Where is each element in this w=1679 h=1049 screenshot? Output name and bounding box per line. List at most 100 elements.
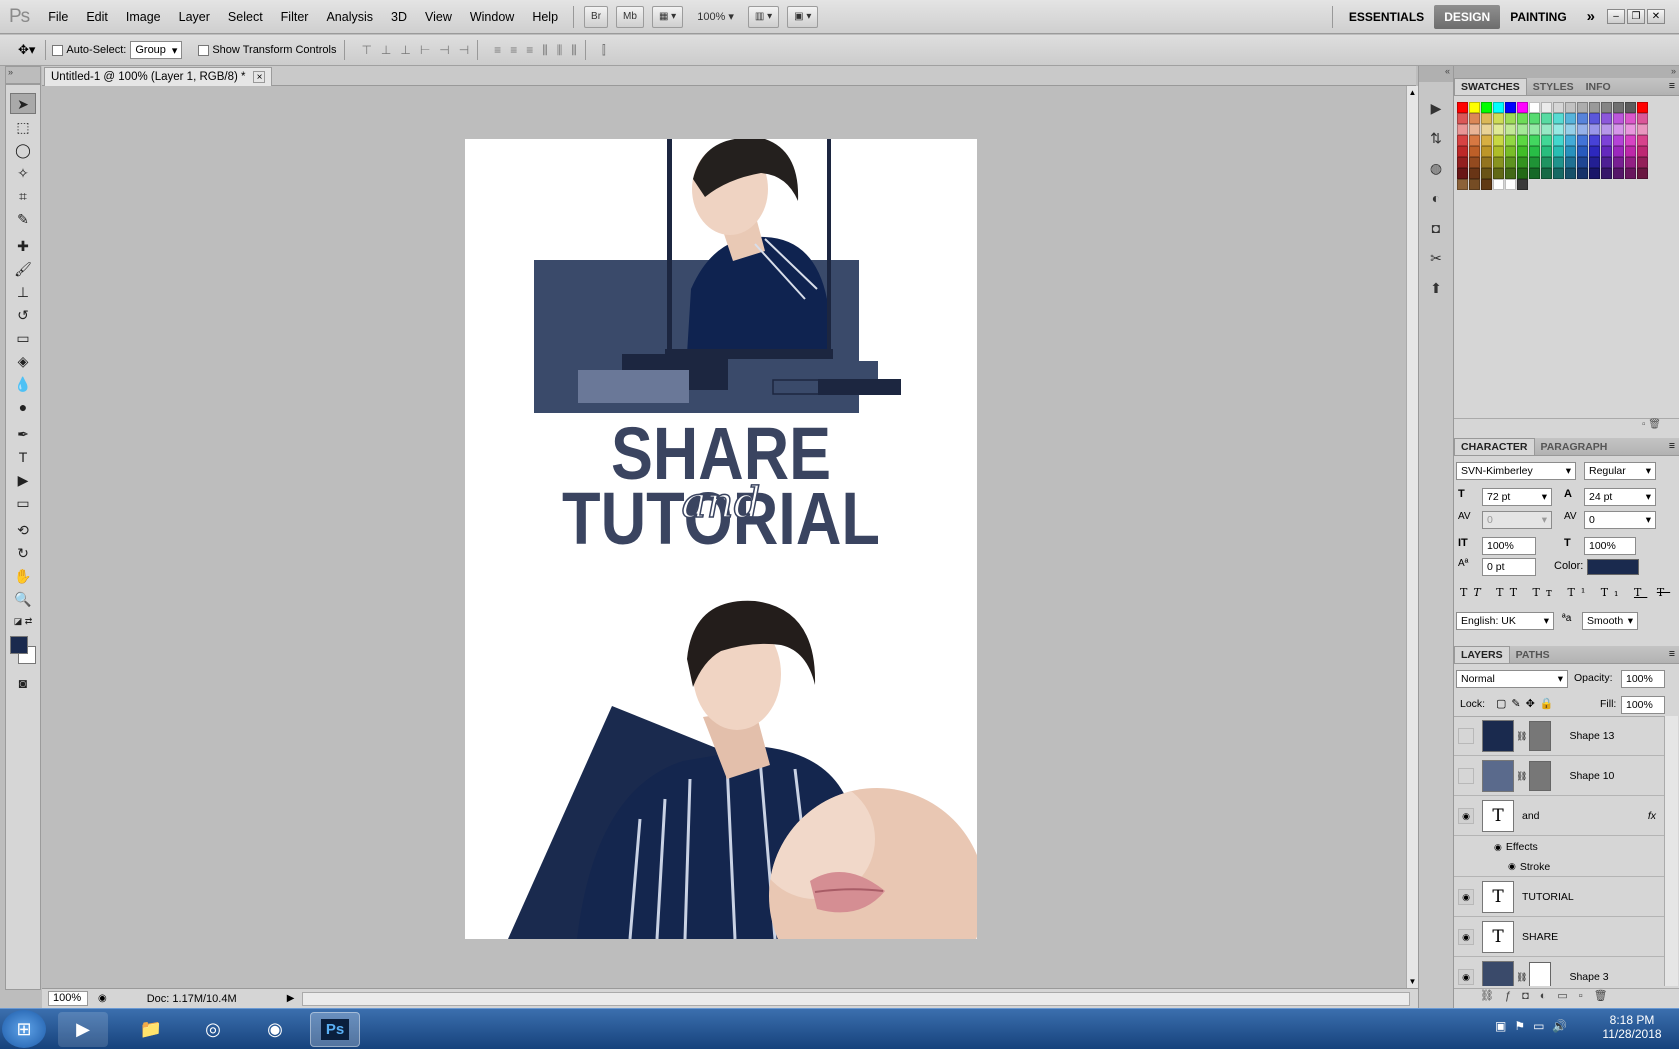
swatch[interactable] — [1529, 146, 1540, 157]
effects-row[interactable]: ◉ Effects — [1454, 837, 1664, 857]
tab-character[interactable]: CHARACTER — [1454, 438, 1535, 455]
swatch[interactable] — [1469, 113, 1480, 124]
quick-select-tool-icon[interactable]: ✧ — [10, 162, 36, 183]
swatch[interactable] — [1541, 102, 1552, 113]
swatch[interactable] — [1577, 135, 1588, 146]
auto-align-icon[interactable]: ⫿ — [602, 43, 606, 58]
swatch[interactable] — [1553, 113, 1564, 124]
screen-mode-button[interactable]: ▣ ▾ — [787, 5, 819, 28]
swatch[interactable] — [1457, 113, 1468, 124]
swatch[interactable] — [1529, 157, 1540, 168]
swatch[interactable] — [1517, 146, 1528, 157]
scroll-down-icon[interactable]: ▼ — [1407, 977, 1418, 986]
swatch[interactable] — [1505, 179, 1516, 190]
swatch[interactable] — [1505, 146, 1516, 157]
swatch[interactable] — [1529, 113, 1540, 124]
menu-layer[interactable]: Layer — [170, 10, 219, 24]
eye-icon[interactable]: ◉ — [1508, 861, 1516, 872]
show-transform-checkbox[interactable] — [198, 44, 210, 56]
swatch[interactable] — [1613, 146, 1624, 157]
swatch[interactable] — [1625, 168, 1636, 179]
leading-field[interactable]: 24 pt ▾ — [1584, 488, 1656, 506]
swatch[interactable] — [1601, 157, 1612, 168]
swatch[interactable] — [1469, 102, 1480, 113]
anti-alias-dropdown[interactable]: Smooth ▾ — [1582, 612, 1638, 630]
swatch[interactable] — [1529, 124, 1540, 135]
swatch[interactable] — [1625, 146, 1636, 157]
swatch[interactable] — [1577, 146, 1588, 157]
swatch[interactable] — [1469, 124, 1480, 135]
menu-view[interactable]: View — [416, 10, 461, 24]
swatch[interactable] — [1469, 135, 1480, 146]
minimize-icon[interactable]: – — [1607, 9, 1625, 24]
swatch[interactable] — [1565, 157, 1576, 168]
layer-row[interactable]: ⛓ Shape 13 — [1454, 717, 1664, 756]
swatch[interactable] — [1601, 113, 1612, 124]
swatch[interactable] — [1457, 179, 1468, 190]
swatch[interactable] — [1577, 157, 1588, 168]
swatch[interactable] — [1469, 179, 1480, 190]
menu-3d[interactable]: 3D — [382, 10, 416, 24]
swatch[interactable] — [1493, 157, 1504, 168]
lasso-tool-icon[interactable]: ◯ — [10, 139, 36, 160]
stamp-tool-icon[interactable]: ⊥ — [10, 281, 36, 302]
panel-menu-icon[interactable]: ≡ — [1669, 648, 1675, 660]
swatch[interactable] — [1625, 102, 1636, 113]
swatch[interactable] — [1637, 102, 1648, 113]
color-picker[interactable] — [8, 634, 38, 666]
swatch[interactable] — [1589, 113, 1600, 124]
toolbox-header[interactable]: » — [5, 66, 41, 84]
swatch[interactable] — [1493, 146, 1504, 157]
font-family-dropdown[interactable]: SVN-Kimberley ▾ — [1456, 462, 1576, 480]
vertical-scale-field[interactable]: 100% — [1482, 537, 1536, 555]
swatch[interactable] — [1529, 168, 1540, 179]
clock[interactable]: 8:18 PM 11/28/2018 — [1600, 1013, 1664, 1041]
swatch[interactable] — [1481, 135, 1492, 146]
swatch[interactable] — [1505, 113, 1516, 124]
workspace-essentials[interactable]: ESSENTIALS — [1339, 5, 1434, 29]
swatch[interactable] — [1601, 102, 1612, 113]
swatch[interactable] — [1589, 157, 1600, 168]
tracking-field[interactable]: 0 ▾ — [1584, 511, 1656, 529]
marquee-tool-icon[interactable]: ⬚ — [10, 116, 36, 137]
close-document-icon[interactable]: × — [253, 71, 266, 83]
swatch[interactable] — [1493, 135, 1504, 146]
layer-row[interactable]: ◉ ⛓ Shape 3 — [1454, 958, 1664, 986]
move-tool-icon[interactable]: ➤ — [10, 93, 36, 114]
vertical-scrollbar[interactable]: ▲ ▼ — [1406, 86, 1418, 988]
swatch[interactable] — [1541, 146, 1552, 157]
hand-tool-icon[interactable]: ✋ — [10, 565, 36, 586]
eye-icon[interactable]: ◉ — [1458, 808, 1474, 824]
swatch[interactable] — [1553, 157, 1564, 168]
artboard[interactable]: SHARE TUTORIAL and — [465, 139, 977, 939]
swatch[interactable] — [1589, 135, 1600, 146]
eyedropper-tool-icon[interactable]: ✎ — [10, 208, 36, 229]
fill-field[interactable]: 100% — [1621, 696, 1665, 714]
layer-row[interactable]: ⛓ Shape 10 — [1454, 757, 1664, 796]
swatch[interactable] — [1457, 168, 1468, 179]
swatch[interactable] — [1505, 102, 1516, 113]
swatch[interactable] — [1541, 113, 1552, 124]
horizontal-scale-field[interactable]: 100% — [1584, 537, 1636, 555]
opacity-field[interactable]: 100% — [1621, 670, 1665, 688]
text-color-swatch[interactable] — [1587, 559, 1639, 575]
3d-orbit-icon[interactable]: ↻ — [10, 542, 36, 563]
swatch-grid[interactable] — [1457, 102, 1649, 190]
swatch[interactable] — [1565, 113, 1576, 124]
layer-row[interactable]: ◉ T TUTORIAL — [1454, 878, 1664, 917]
photoshop-taskbar-button[interactable]: Ps — [310, 1012, 360, 1047]
swatch[interactable] — [1601, 168, 1612, 179]
file-explorer-icon[interactable]: 📁 — [126, 1012, 176, 1047]
zoom-tool-icon[interactable]: 🔍 — [10, 588, 36, 609]
tab-paths[interactable]: PATHS — [1510, 647, 1556, 663]
tab-styles[interactable]: STYLES — [1527, 79, 1580, 95]
swatch[interactable] — [1589, 168, 1600, 179]
more-workspaces-icon[interactable]: » — [1577, 5, 1605, 29]
auto-select-dropdown[interactable]: Group ▾ — [130, 41, 183, 59]
adjustments-panel-icon[interactable]: ◍ — [1424, 156, 1448, 180]
default-colors-icon[interactable]: ◪ ⇄ — [10, 611, 36, 632]
swatch[interactable] — [1517, 113, 1528, 124]
swatch[interactable] — [1481, 168, 1492, 179]
swatch[interactable] — [1469, 168, 1480, 179]
swatch[interactable] — [1613, 113, 1624, 124]
